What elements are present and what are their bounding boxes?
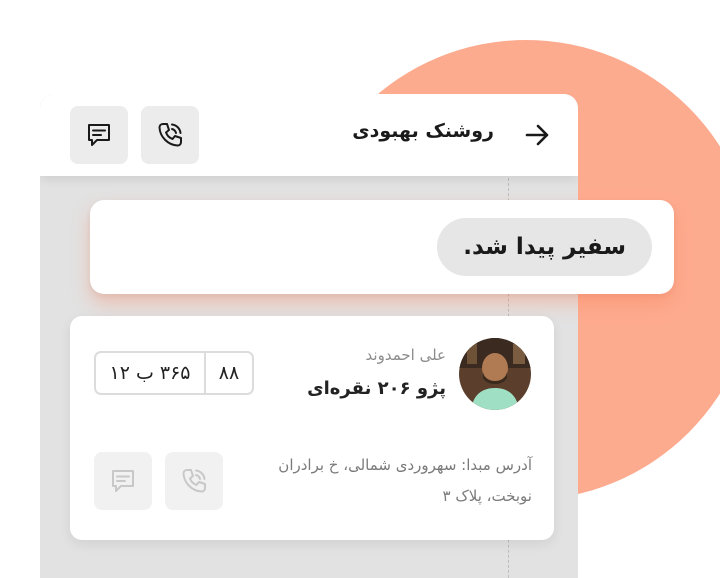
driver-avatar (459, 338, 531, 410)
contact-name: روشنک بهبودی (352, 120, 494, 142)
car-model: پژو ۲۰۶ نقره‌ای (307, 378, 446, 399)
address-line-1: آدرس مبدا: سهروردی شمالی، خ برادران (278, 456, 532, 474)
message-icon (112, 470, 134, 492)
status-message: سفیر پیدا شد. (437, 218, 652, 276)
status-banner: سفیر پیدا شد. (90, 200, 674, 294)
chat-header: روشنک بهبودی (40, 94, 578, 176)
message-icon (88, 124, 110, 146)
driver-name: علی احمدوند (365, 346, 446, 364)
call-button[interactable] (141, 106, 199, 164)
plate-number: ۳۶۵ ب ۱۲ (109, 362, 191, 384)
phone-icon (182, 469, 206, 493)
arrow-right-icon (525, 124, 549, 146)
driver-message-button[interactable] (94, 452, 152, 510)
license-plate: ۳۶۵ ب ۱۲ ۸۸ (94, 351, 254, 395)
message-button[interactable] (70, 106, 128, 164)
phone-icon (158, 123, 182, 147)
driver-card: علی احمدوند پژو ۲۰۶ نقره‌ای ۳۶۵ ب ۱۲ ۸۸ … (70, 316, 554, 540)
plate-region-code: ۸۸ (204, 353, 252, 393)
driver-call-button[interactable] (165, 452, 223, 510)
app-screen: روشنک بهبودی سفیر پیدا شد. علی احمدوند پ… (0, 0, 720, 578)
back-button[interactable] (518, 116, 556, 154)
address-line-2: نوبخت، پلاک ۳ (442, 487, 532, 505)
pickup-address: آدرس مبدا: سهروردی شمالی، خ برادران نوبخ… (232, 450, 532, 512)
